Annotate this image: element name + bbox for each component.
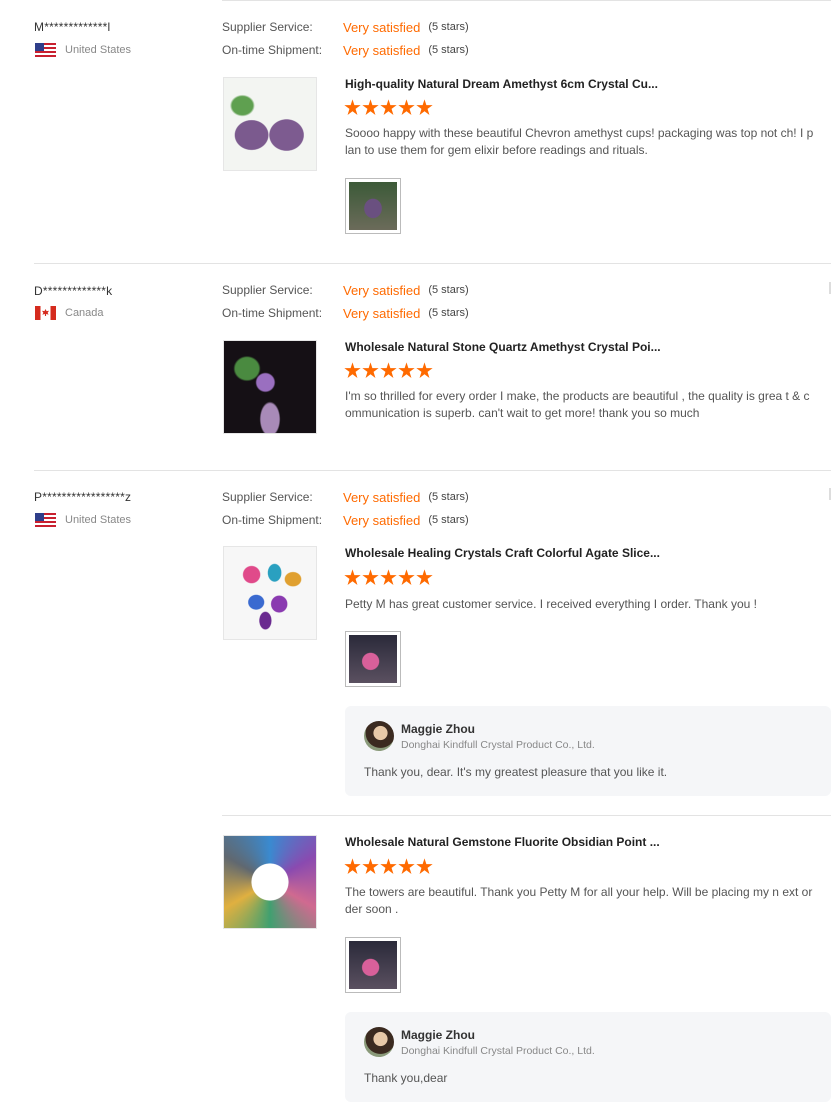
star-icon [398,858,415,874]
divider [34,263,831,264]
review-text: The towers are beautiful. Thank you Pett… [345,885,813,916]
ontime-shipment-rating: On-time Shipment: Very satisfied (5 star… [222,42,469,58]
rating-value: Very satisfied [343,489,421,505]
reply-text: Thank you,dear [364,1071,448,1085]
star-icon [416,99,433,115]
star-icon [416,858,433,874]
divider [34,470,831,471]
star-icon [398,362,415,378]
rating-stars-text: (5 stars) [428,21,469,33]
country-label: United States [65,514,132,526]
divider [222,815,831,816]
seller-name: Maggie Zhou [401,722,475,736]
review-photo[interactable] [345,631,401,687]
seller-company: Donghai Kindfull Crystal Product Co., Lt… [401,1045,595,1057]
seller-company: Donghai Kindfull Crystal Product Co., Lt… [401,739,595,751]
star-rating [344,99,433,116]
review-text: I'm so thrilled for every order I make, … [345,389,810,420]
product-title[interactable]: High-quality Natural Dream Amethyst 6cm … [345,77,658,91]
supplier-service-rating: Supplier Service: Very satisfied (5 star… [222,282,469,298]
star-icon [416,362,433,378]
review-text: Soooo happy with these beautiful Chevron… [345,126,814,157]
rating-stars-text: (5 stars) [428,44,469,56]
rating-label: On-time Shipment: [222,513,323,527]
rating-stars-text: (5 stars) [428,514,469,526]
rating-stars-text: (5 stars) [428,307,469,319]
rating-value: Very satisfied [343,512,421,528]
seller-reply: Maggie Zhou Donghai Kindfull Crystal Pro… [345,1012,831,1102]
buyer-name: D*************k [34,284,113,298]
star-rating [344,569,433,586]
review-photo[interactable] [345,178,401,234]
rating-label: On-time Shipment: [222,306,323,320]
rating-value: Very satisfied [343,305,421,321]
seller-reply: Maggie Zhou Donghai Kindfull Crystal Pro… [345,706,831,796]
rating-label: Supplier Service: [222,20,313,34]
star-icon [362,858,379,874]
seller-avatar [364,1027,394,1057]
product-title[interactable]: Wholesale Natural Gemstone Fluorite Obsi… [345,835,660,849]
buyer-name: M*************l [34,20,111,34]
review-photo[interactable] [345,937,401,993]
star-icon [344,362,361,378]
buyer-country: United States [35,513,131,527]
star-icon [380,99,397,115]
star-icon [380,362,397,378]
reply-text: Thank you, dear. It's my greatest pleasu… [364,765,668,779]
product-image[interactable] [223,77,317,171]
rating-value: Very satisfied [343,19,421,35]
star-icon [344,99,361,115]
star-icon [362,569,379,585]
ontime-shipment-rating: On-time Shipment: Very satisfied (5 star… [222,305,469,321]
product-title[interactable]: Wholesale Natural Stone Quartz Amethyst … [345,340,661,354]
review-text: Petty M has great customer service. I re… [345,597,757,611]
product-image[interactable] [223,835,317,929]
star-icon [398,99,415,115]
rating-value: Very satisfied [343,282,421,298]
seller-avatar [364,721,394,751]
us-flag-icon [35,513,56,527]
buyer-country: United States [35,43,131,57]
star-icon [344,858,361,874]
canada-flag-icon [35,306,56,320]
rating-label: On-time Shipment: [222,43,323,57]
star-icon [416,569,433,585]
star-rating [344,362,433,379]
star-icon [362,99,379,115]
ontime-shipment-rating: On-time Shipment: Very satisfied (5 star… [222,512,469,528]
star-icon [398,569,415,585]
rating-value: Very satisfied [343,42,421,58]
seller-name: Maggie Zhou [401,1028,475,1042]
star-icon [362,362,379,378]
buyer-country: Canada [35,306,104,320]
star-icon [380,858,397,874]
star-rating [344,858,433,875]
rating-label: Supplier Service: [222,283,313,297]
divider [222,0,831,1]
country-label: Canada [65,307,104,319]
rating-stars-text: (5 stars) [428,284,469,296]
product-title[interactable]: Wholesale Healing Crystals Craft Colorfu… [345,546,660,560]
star-icon [380,569,397,585]
product-image[interactable] [223,546,317,640]
rating-stars-text: (5 stars) [428,491,469,503]
rating-label: Supplier Service: [222,490,313,504]
supplier-service-rating: Supplier Service: Very satisfied (5 star… [222,19,469,35]
us-flag-icon [35,43,56,57]
star-icon [344,569,361,585]
buyer-name: P*****************z [34,490,132,504]
supplier-service-rating: Supplier Service: Very satisfied (5 star… [222,489,469,505]
product-image[interactable] [223,340,317,434]
country-label: United States [65,44,132,56]
